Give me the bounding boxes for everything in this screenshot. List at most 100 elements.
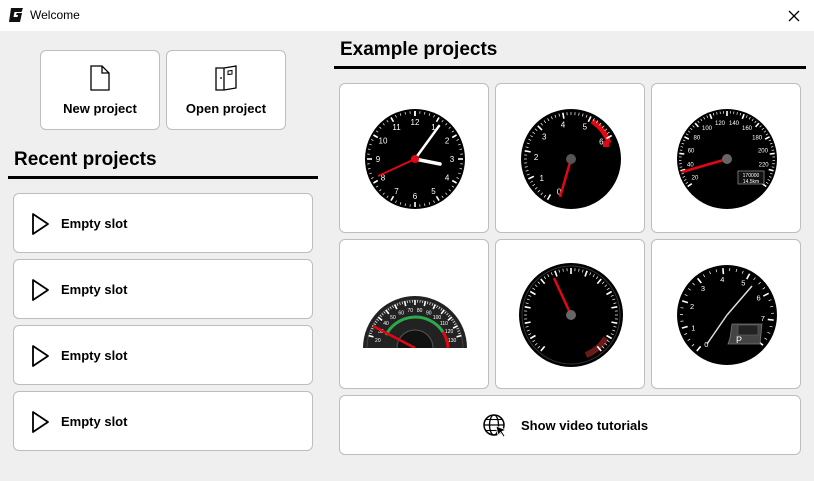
gauge-label: 60	[688, 148, 695, 154]
gauge-label: 80	[694, 136, 701, 142]
play-icon	[32, 279, 49, 301]
folder-open-icon	[215, 65, 237, 91]
gauge-label: 40	[383, 321, 389, 327]
gauge-label: 7	[394, 187, 399, 196]
gauge-label: 2	[445, 136, 450, 145]
gauge-label: 200	[758, 148, 769, 154]
gauge-label: 5	[431, 187, 436, 196]
gauge-label: 4	[561, 121, 566, 130]
gauge-tick	[767, 318, 774, 321]
gauge-label: 5	[741, 279, 745, 288]
show-video-tutorials-label: Show video tutorials	[521, 418, 649, 433]
gauge-label: 130	[448, 338, 457, 344]
gauge-tick	[562, 112, 565, 119]
gauge-label: 140	[729, 121, 740, 127]
gear-indicator: P	[736, 335, 742, 345]
recent-slot-label: Empty slot	[61, 414, 128, 429]
play-icon	[32, 411, 49, 433]
recent-projects-divider	[8, 176, 318, 179]
play-icon	[32, 345, 49, 367]
recent-slot-4[interactable]: Empty slot	[13, 391, 313, 451]
example-tachometer-gear-card[interactable]: 012345678 P	[651, 239, 801, 389]
example-tachometer-dark-card[interactable]	[495, 239, 645, 389]
title-bar: Welcome	[0, 0, 814, 31]
recent-slot-3[interactable]: Empty slot	[13, 325, 313, 385]
gauge-label: 20	[692, 176, 699, 182]
gauge-label: 11	[392, 123, 401, 132]
gauge-tick	[524, 150, 531, 153]
example-clock-card[interactable]: 12 1 2 3 4 5 6 7 8 9 10 11	[339, 83, 489, 233]
example-speedometer-half-card[interactable]: 20 30 40 50 60 70 80 90 100 110 120 130	[339, 239, 489, 389]
gauge-label: 4	[445, 173, 450, 182]
globe-cursor-icon	[483, 414, 508, 438]
gauge-label: 2	[534, 153, 539, 162]
half-speedometer-gauge-thumbnail: 2030405060 70 80 90100110120130	[363, 296, 467, 348]
gauge-label: 100	[702, 126, 713, 132]
new-project-button[interactable]: New project	[40, 50, 160, 130]
close-icon	[788, 10, 800, 21]
recent-slot-2[interactable]: Empty slot	[13, 259, 313, 319]
gauge-label: 4	[720, 275, 724, 284]
gauge-label: 1	[691, 323, 695, 332]
gauge-tick	[524, 321, 531, 324]
gauge-label: 1	[540, 174, 545, 183]
recent-projects-heading: Recent projects	[14, 149, 157, 170]
gauge-label: 3	[701, 284, 705, 293]
file-icon	[90, 65, 110, 91]
gauge-label: 3	[450, 155, 455, 164]
speedometer-gauge-thumbnail: 20406080100120140160180200220240 170000 …	[677, 109, 777, 209]
gauge-tick	[769, 152, 775, 155]
new-project-label: New project	[63, 101, 137, 116]
gauge-tick	[524, 306, 531, 309]
gauge-label: 20	[375, 338, 381, 344]
gauge-label: 3	[542, 132, 547, 141]
gauge-label: 2	[690, 302, 694, 311]
dark-tachometer-gauge-thumbnail	[519, 263, 623, 367]
gauge-label: 6	[413, 192, 418, 201]
gauge-tick	[611, 306, 618, 309]
open-project-button[interactable]: Open project	[166, 50, 286, 130]
close-button[interactable]	[774, 0, 814, 31]
gauge-label: 120	[445, 329, 454, 335]
recent-slot-label: Empty slot	[61, 282, 128, 297]
gauge-label: 5	[583, 123, 588, 132]
gauge-label: 120	[715, 121, 726, 127]
example-tachometer-card[interactable]: 0123456	[495, 83, 645, 233]
gauge-label: 180	[752, 136, 763, 142]
gauge-label: 220	[759, 162, 770, 168]
recent-slot-label: Empty slot	[61, 216, 128, 231]
gauge-label: 0	[704, 340, 708, 349]
gear-tachometer-gauge-thumbnail: 012345678 P	[677, 265, 777, 365]
gauge-label: 7	[761, 314, 765, 323]
trip-readout: 14.5km	[743, 179, 759, 185]
gauge-label: 110	[440, 321, 448, 327]
recent-slot-label: Empty slot	[61, 348, 128, 363]
gauge-label: 6	[756, 293, 760, 302]
recent-slot-1[interactable]: Empty slot	[13, 193, 313, 253]
tachometer-gauge-thumbnail: 01234 56	[521, 109, 621, 209]
example-projects-heading: Example projects	[340, 39, 498, 60]
gauge-label: 100	[433, 315, 442, 321]
gauge-tick	[423, 300, 427, 307]
gauge-label: 50	[390, 315, 396, 321]
gauge-tick	[611, 321, 618, 324]
gauge-label: 70	[408, 308, 414, 314]
show-video-tutorials-button[interactable]: Show video tutorials	[339, 395, 801, 455]
play-icon	[32, 213, 49, 235]
gauge-label: 90	[426, 310, 432, 316]
open-project-label: Open project	[185, 101, 267, 116]
gauge-label: 60	[398, 310, 404, 316]
gauge-label: 80	[417, 308, 423, 314]
gauge-tick	[403, 300, 407, 307]
clock-gauge-thumbnail: 121234567891011	[365, 109, 465, 209]
gauge-label: 10	[379, 136, 388, 145]
app-logo-icon	[9, 8, 23, 22]
window-title: Welcome	[30, 8, 80, 22]
gauge-label: 160	[742, 126, 753, 132]
gauge-tick	[722, 268, 725, 275]
example-projects-divider	[334, 66, 806, 69]
gauge-label: 9	[376, 155, 381, 164]
gauge-tick	[679, 152, 685, 155]
example-speedometer-card[interactable]: 20406080100120140160180200220240 170000 …	[651, 83, 801, 233]
gauge-label: 12	[411, 118, 420, 127]
